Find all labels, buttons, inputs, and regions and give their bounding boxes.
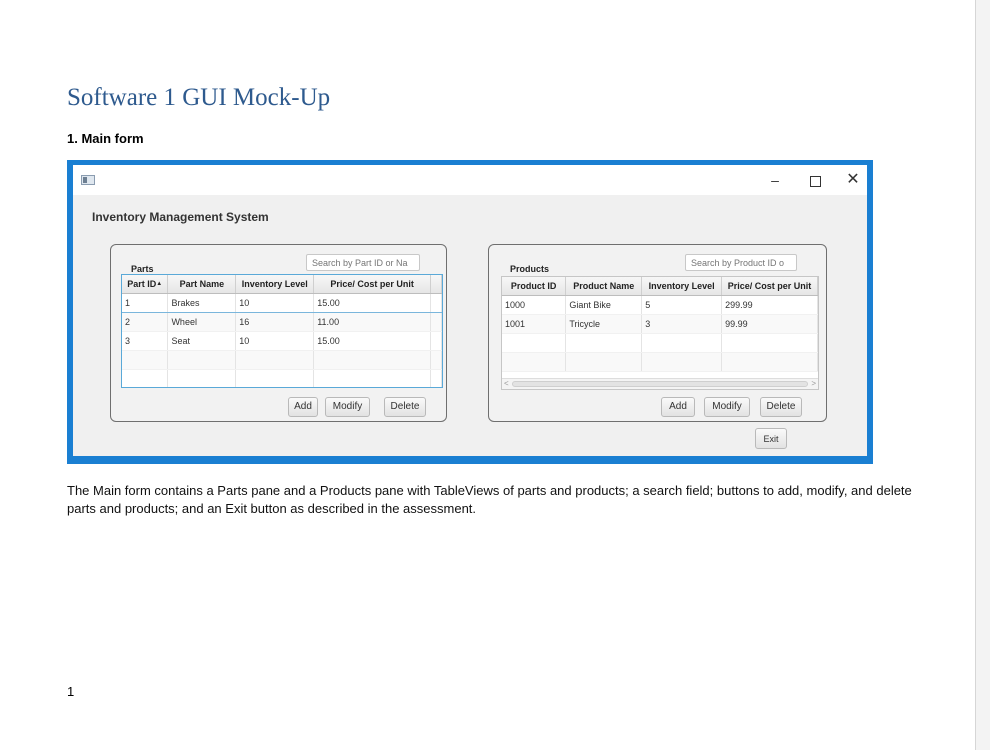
app-title: Inventory Management System	[92, 210, 269, 224]
maximize-icon	[809, 175, 821, 187]
table-cell: 10	[235, 331, 315, 351]
table-cell: 15.00	[313, 293, 431, 313]
table-header-row: Product ID Product Name Inventory Level …	[502, 277, 818, 296]
table-cell: Wheel	[167, 312, 237, 332]
table-cell: 10	[235, 293, 315, 313]
column-header[interactable]: Product Name	[565, 277, 643, 296]
table-cell: 1001	[502, 314, 567, 334]
products-pane: Products Product ID Product Name Invento…	[488, 244, 827, 422]
page-edge	[975, 0, 990, 750]
table-cell: 1000	[502, 295, 567, 315]
title-bar: – ✕	[73, 165, 867, 195]
column-header[interactable]: Price/ Cost per Unit	[313, 275, 431, 294]
empty-row	[122, 369, 442, 387]
empty-row	[122, 350, 442, 370]
add-product-button[interactable]: Add	[661, 397, 695, 417]
table-cell	[430, 312, 442, 332]
table-cell: 99.99	[721, 314, 818, 334]
modify-product-button[interactable]: Modify	[704, 397, 750, 417]
scroll-right-icon[interactable]: >	[811, 379, 816, 389]
table-row[interactable]: 1 Brakes 10 15.00	[122, 293, 442, 313]
parts-label: Parts	[131, 264, 154, 274]
scroll-left-icon[interactable]: <	[504, 379, 509, 389]
column-header[interactable]: Part Name	[167, 275, 237, 294]
table-cell: 16	[235, 312, 315, 332]
table-cell: Seat	[167, 331, 237, 351]
parts-search-input[interactable]	[306, 254, 420, 271]
table-cell: Tricycle	[565, 314, 643, 334]
table-cell: Brakes	[167, 293, 237, 313]
horizontal-scrollbar[interactable]: < >	[502, 378, 818, 389]
table-row[interactable]: 1001 Tricycle 3 99.99	[502, 314, 818, 334]
document-title: Software 1 GUI Mock-Up	[67, 84, 331, 111]
add-part-button[interactable]: Add	[288, 397, 318, 417]
page-number: 1	[67, 684, 75, 699]
table-row[interactable]: 1000 Giant Bike 5 299.99	[502, 295, 818, 315]
table-cell: 5	[641, 295, 723, 315]
column-header[interactable]: Inventory Level	[641, 277, 723, 296]
table-cell: 15.00	[313, 331, 431, 351]
sort-ascending-icon: ▲	[156, 281, 163, 287]
minimize-button[interactable]: –	[757, 169, 793, 191]
table-cell: 3	[641, 314, 723, 334]
products-search-input[interactable]	[685, 254, 797, 271]
parts-table[interactable]: Part ID▲ Part Name Inventory Level Price…	[121, 274, 443, 388]
exit-button[interactable]: Exit	[755, 428, 787, 449]
modify-part-button[interactable]: Modify	[325, 397, 370, 417]
scrollbar-thumb[interactable]	[512, 381, 808, 387]
close-button[interactable]: ✕	[835, 169, 867, 191]
products-table[interactable]: Product ID Product Name Inventory Level …	[501, 276, 819, 390]
column-header-filler	[430, 275, 442, 294]
table-row[interactable]: 3 Seat 10 15.00	[122, 331, 442, 351]
table-cell: 299.99	[721, 295, 818, 315]
table-cell: 11.00	[313, 312, 431, 332]
delete-product-button[interactable]: Delete	[760, 397, 802, 417]
table-cell: 3	[122, 331, 169, 351]
column-header[interactable]: Part ID▲	[122, 275, 169, 294]
table-cell	[430, 331, 442, 351]
table-cell	[430, 293, 442, 313]
table-cell: 2	[122, 312, 169, 332]
table-header-row: Part ID▲ Part Name Inventory Level Price…	[122, 275, 442, 294]
column-header[interactable]: Product ID	[502, 277, 567, 296]
table-cell: 1	[122, 293, 169, 313]
app-window: – ✕ Inventory Management System Parts Pa…	[73, 165, 867, 456]
maximize-button[interactable]	[797, 169, 833, 191]
section-heading: 1. Main form	[67, 131, 144, 146]
table-row[interactable]: 2 Wheel 16 11.00	[122, 312, 442, 332]
screenshot-frame: – ✕ Inventory Management System Parts Pa…	[67, 160, 873, 464]
table-cell: Giant Bike	[565, 295, 643, 315]
products-label: Products	[510, 264, 550, 274]
app-icon	[81, 175, 95, 185]
column-header[interactable]: Price/ Cost per Unit	[721, 277, 818, 296]
delete-part-button[interactable]: Delete	[384, 397, 426, 417]
column-header[interactable]: Inventory Level	[235, 275, 315, 294]
description-paragraph: The Main form contains a Parts pane and …	[67, 483, 912, 516]
parts-pane: Parts Part ID▲ Part Name Inventory Level…	[110, 244, 447, 422]
empty-row	[502, 333, 818, 353]
empty-row	[502, 352, 818, 372]
